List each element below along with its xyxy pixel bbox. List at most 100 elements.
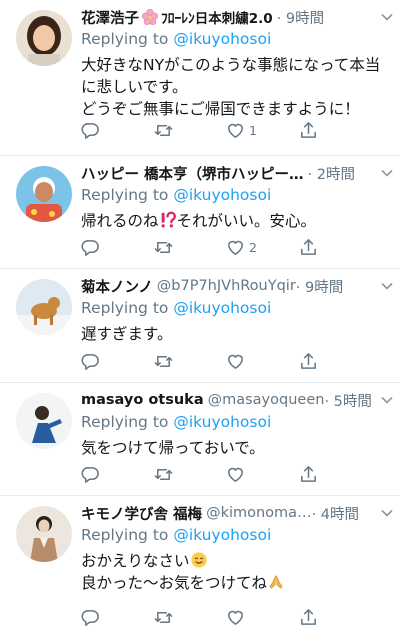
like-count: 2 bbox=[249, 239, 257, 255]
chevron-down-icon[interactable] bbox=[380, 166, 394, 180]
reply-button[interactable] bbox=[81, 119, 154, 141]
reply-button[interactable] bbox=[81, 350, 154, 372]
timestamp[interactable]: · 5時間 bbox=[324, 390, 371, 411]
timestamp[interactable]: · 9時間 bbox=[296, 276, 343, 297]
exclamation-question-icon bbox=[161, 211, 176, 228]
display-name[interactable]: 花澤浩子 bbox=[81, 7, 139, 28]
share-icon bbox=[300, 121, 316, 138]
timestamp[interactable]: · 9時間 bbox=[277, 7, 324, 28]
retweet-icon bbox=[154, 355, 172, 367]
reply-button[interactable] bbox=[81, 463, 154, 485]
retweet-button[interactable] bbox=[154, 119, 227, 141]
retweet-button[interactable] bbox=[154, 463, 227, 485]
like-count: 1 bbox=[249, 122, 257, 138]
tweet-actions: 1 bbox=[81, 119, 371, 141]
heart-icon bbox=[228, 240, 243, 255]
replying-to: Replying to @ikuyohosoi bbox=[81, 299, 390, 317]
share-button[interactable] bbox=[299, 463, 372, 485]
replying-to: Replying to @ikuyohosoi bbox=[81, 30, 390, 48]
tweet-actions bbox=[81, 463, 371, 485]
tweet-1[interactable]: 花澤浩子 ﾌﾛｰﾚﾝ日本刺繍2.0 · 9時間 Replying to @iku… bbox=[0, 0, 400, 156]
chevron-down-icon[interactable] bbox=[380, 279, 394, 293]
heart-icon bbox=[228, 123, 243, 138]
tweet-text: 遅すぎます。 bbox=[81, 325, 173, 343]
share-icon bbox=[300, 238, 316, 255]
heart-icon bbox=[228, 467, 243, 482]
retweet-icon bbox=[154, 124, 172, 136]
replying-prefix: Replying to bbox=[81, 299, 169, 317]
replying-handle-link[interactable]: @ikuyohosoi bbox=[173, 526, 271, 544]
replying-prefix: Replying to bbox=[81, 413, 169, 431]
replying-to: Replying to @ikuyohosoi bbox=[81, 526, 390, 544]
tweet-actions bbox=[81, 350, 371, 372]
reply-icon bbox=[81, 122, 99, 139]
tweet-3[interactable]: 菊本ノンノ @b7P7hJVhRouYqir · 9時間 Replying to… bbox=[0, 269, 400, 383]
heart-icon bbox=[228, 610, 243, 625]
avatar[interactable] bbox=[16, 279, 72, 335]
chevron-down-icon[interactable] bbox=[380, 506, 394, 520]
user-handle[interactable]: @b7P7hJVhRouYqir bbox=[157, 278, 296, 294]
replying-handle-link[interactable]: @ikuyohosoi bbox=[173, 186, 271, 204]
like-button[interactable] bbox=[226, 463, 299, 485]
like-button[interactable]: 2 bbox=[226, 236, 299, 258]
tweet-2[interactable]: ハッピー 橋本亨（堺市ハッピー… · 2時間 Replying to @ikuy… bbox=[0, 156, 400, 269]
retweet-icon bbox=[154, 241, 172, 253]
avatar[interactable] bbox=[16, 166, 72, 222]
like-button[interactable] bbox=[226, 350, 299, 372]
smiling-face-icon bbox=[190, 552, 207, 568]
replying-handle-link[interactable]: @ikuyohosoi bbox=[173, 299, 271, 317]
share-icon bbox=[300, 608, 316, 625]
tweet-text-line: おかえりなさい bbox=[81, 552, 190, 570]
replying-prefix: Replying to bbox=[81, 186, 169, 204]
retweet-button[interactable] bbox=[154, 236, 227, 258]
chevron-down-icon[interactable] bbox=[380, 10, 394, 24]
replying-to: Replying to @ikuyohosoi bbox=[81, 413, 390, 431]
heart-icon bbox=[228, 354, 243, 369]
retweet-button[interactable] bbox=[154, 350, 227, 372]
retweet-button[interactable] bbox=[154, 606, 227, 628]
tweet-text-part: 帰れるのね bbox=[81, 212, 159, 230]
share-button[interactable] bbox=[299, 119, 372, 141]
replying-to: Replying to @ikuyohosoi bbox=[81, 186, 390, 204]
replying-handle-link[interactable]: @ikuyohosoi bbox=[173, 30, 271, 48]
display-name[interactable]: ハッピー 橋本亨（堺市ハッピー… bbox=[81, 163, 304, 184]
share-button[interactable] bbox=[299, 236, 372, 258]
retweet-icon bbox=[154, 611, 172, 623]
avatar[interactable] bbox=[16, 506, 72, 562]
tweet-4[interactable]: masayo otsuka @masayoqueen · 5時間 Replyin… bbox=[0, 383, 400, 496]
tweet-5[interactable]: キモノ学び舎 福梅 @kimonoma… · 4時間 Replying to @… bbox=[0, 496, 400, 639]
like-button[interactable] bbox=[226, 606, 299, 628]
tweet-text: おかえりなさい 良かった〜お気をつけてね bbox=[81, 550, 390, 594]
share-icon bbox=[300, 465, 316, 482]
like-button[interactable]: 1 bbox=[226, 119, 299, 141]
display-name[interactable]: 菊本ノンノ bbox=[81, 276, 153, 297]
share-icon bbox=[300, 352, 316, 369]
reply-button[interactable] bbox=[81, 606, 154, 628]
reply-icon bbox=[81, 609, 99, 626]
share-button[interactable] bbox=[299, 350, 372, 372]
replying-handle-link[interactable]: @ikuyohosoi bbox=[173, 413, 271, 431]
folded-hands-icon bbox=[269, 575, 283, 589]
avatar[interactable] bbox=[16, 393, 72, 449]
display-name-suffix: ﾌﾛｰﾚﾝ日本刺繍2.0 bbox=[161, 11, 273, 27]
tweet-text: 大好きなNYがこのような事態になって本当に悲しいです。 どうぞご無事にご帰国でき… bbox=[81, 56, 381, 118]
timestamp[interactable]: · 4時間 bbox=[312, 503, 359, 524]
reply-button[interactable] bbox=[81, 236, 154, 258]
user-handle[interactable]: @masayoqueen bbox=[208, 392, 325, 408]
avatar[interactable] bbox=[16, 10, 72, 66]
reply-icon bbox=[81, 353, 99, 370]
timestamp[interactable]: · 2時間 bbox=[308, 163, 355, 184]
tweet-text: 帰れるのね それがいい。安心。 bbox=[81, 210, 390, 232]
cherry-blossom-icon bbox=[141, 8, 159, 26]
replying-prefix: Replying to bbox=[81, 30, 169, 48]
display-name[interactable]: masayo otsuka bbox=[81, 392, 204, 408]
reply-icon bbox=[81, 239, 99, 256]
share-button[interactable] bbox=[299, 606, 372, 628]
chevron-down-icon[interactable] bbox=[380, 393, 394, 407]
user-handle[interactable]: @kimonoma… bbox=[206, 505, 312, 521]
display-name[interactable]: キモノ学び舎 福梅 bbox=[81, 503, 202, 524]
reply-icon bbox=[81, 466, 99, 483]
tweet-actions bbox=[81, 606, 371, 628]
retweet-icon bbox=[154, 468, 172, 480]
replying-prefix: Replying to bbox=[81, 526, 169, 544]
